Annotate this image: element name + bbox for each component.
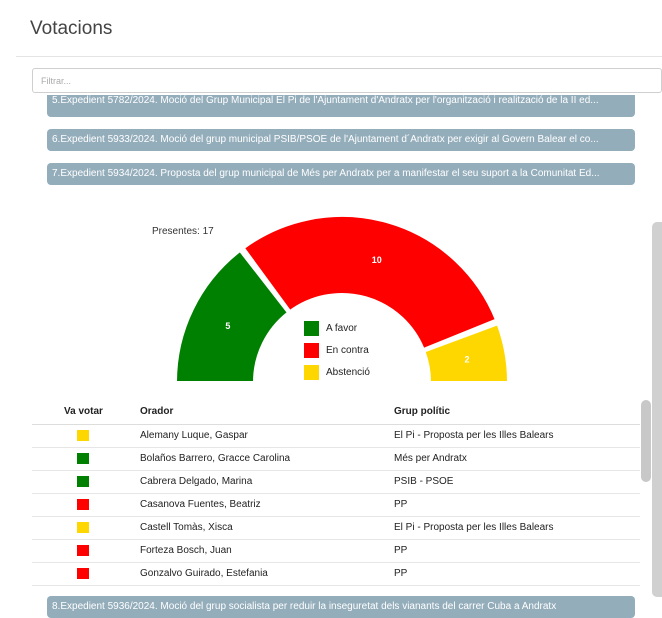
table-row: Bolaños Barrero, Gracce Carolina Més per… [32,447,640,471]
orador-cell: Forteza Bosch, Juan [140,539,394,563]
legend-item-en-contra: En contra [304,339,370,361]
legend-item-abstencio: Abstenció [304,361,370,383]
presentes-label: Presentes: 17 [152,226,214,237]
grup-cell: El Pi - Proposta per les Illes Balears [394,424,640,448]
grup-cell: PSIB - PSOE [394,470,640,494]
legend-item-a-favor: A favor [304,317,370,339]
legend-swatch-abstencio [304,364,319,380]
page-title: Votacions [30,18,113,39]
filter-input[interactable] [32,68,662,93]
expedient-item-5[interactable]: 5.Expedient 5782/2024. Moció del Grup Mu… [47,95,635,117]
vote-indicator [77,568,89,579]
table-row: Gonzalvo Guirado, Estefania PP [32,562,640,586]
orador-cell: Gonzalvo Guirado, Estefania [140,562,394,586]
expedient-item-7[interactable]: 7.Expedient 5934/2024. Proposta del grup… [47,163,635,185]
table-row: Castell Tomàs, Xisca El Pi - Proposta pe… [32,516,640,540]
vote-indicator [77,545,89,556]
chart-data-label: 2 [465,355,470,365]
table-scrollbar[interactable] [641,400,651,482]
votes-table: Va votar Orador Grup polític Alemany Luq… [32,400,640,586]
expedient-item-6[interactable]: 6.Expedient 5933/2024. Moció del grup mu… [47,129,635,151]
chart-legend: A favor En contra Abstenció [304,317,370,383]
grup-cell: PP [394,539,640,563]
grup-cell: El Pi - Proposta per les Illes Balears [394,516,640,540]
legend-label-a-favor: A favor [326,322,358,334]
table-row: Cabrera Delgado, Marina PSIB - PSOE [32,470,640,494]
vote-indicator [77,522,89,533]
title-divider [16,56,662,57]
vote-indicator [77,453,89,464]
legend-swatch-en-contra [304,342,319,358]
column-header-vote: Va votar [32,400,140,425]
table-row: Alemany Luque, Gaspar El Pi - Proposta p… [32,424,640,448]
table-row: Casanova Fuentes, Beatriz PP [32,493,640,517]
chart-data-label: 5 [225,321,230,331]
orador-cell: Castell Tomàs, Xisca [140,516,394,540]
vote-indicator [77,430,89,441]
vote-indicator [77,476,89,487]
table-row: Forteza Bosch, Juan PP [32,539,640,563]
orador-cell: Casanova Fuentes, Beatriz [140,493,394,517]
legend-label-en-contra: En contra [326,344,369,356]
grup-cell: PP [394,493,640,517]
legend-label-abstencio: Abstenció [326,366,370,378]
grup-cell: Més per Andratx [394,447,640,471]
legend-swatch-a-favor [304,320,319,336]
chart-data-label: 10 [372,255,382,265]
column-header-orador: Orador [140,400,394,425]
column-header-grup: Grup polític [394,400,640,425]
page-scrollbar[interactable] [652,222,662,597]
table-header-row: Va votar Orador Grup polític [32,400,640,425]
grup-cell: PP [394,562,640,586]
vote-indicator [77,499,89,510]
orador-cell: Alemany Luque, Gaspar [140,424,394,448]
orador-cell: Bolaños Barrero, Gracce Carolina [140,447,394,471]
orador-cell: Cabrera Delgado, Marina [140,470,394,494]
